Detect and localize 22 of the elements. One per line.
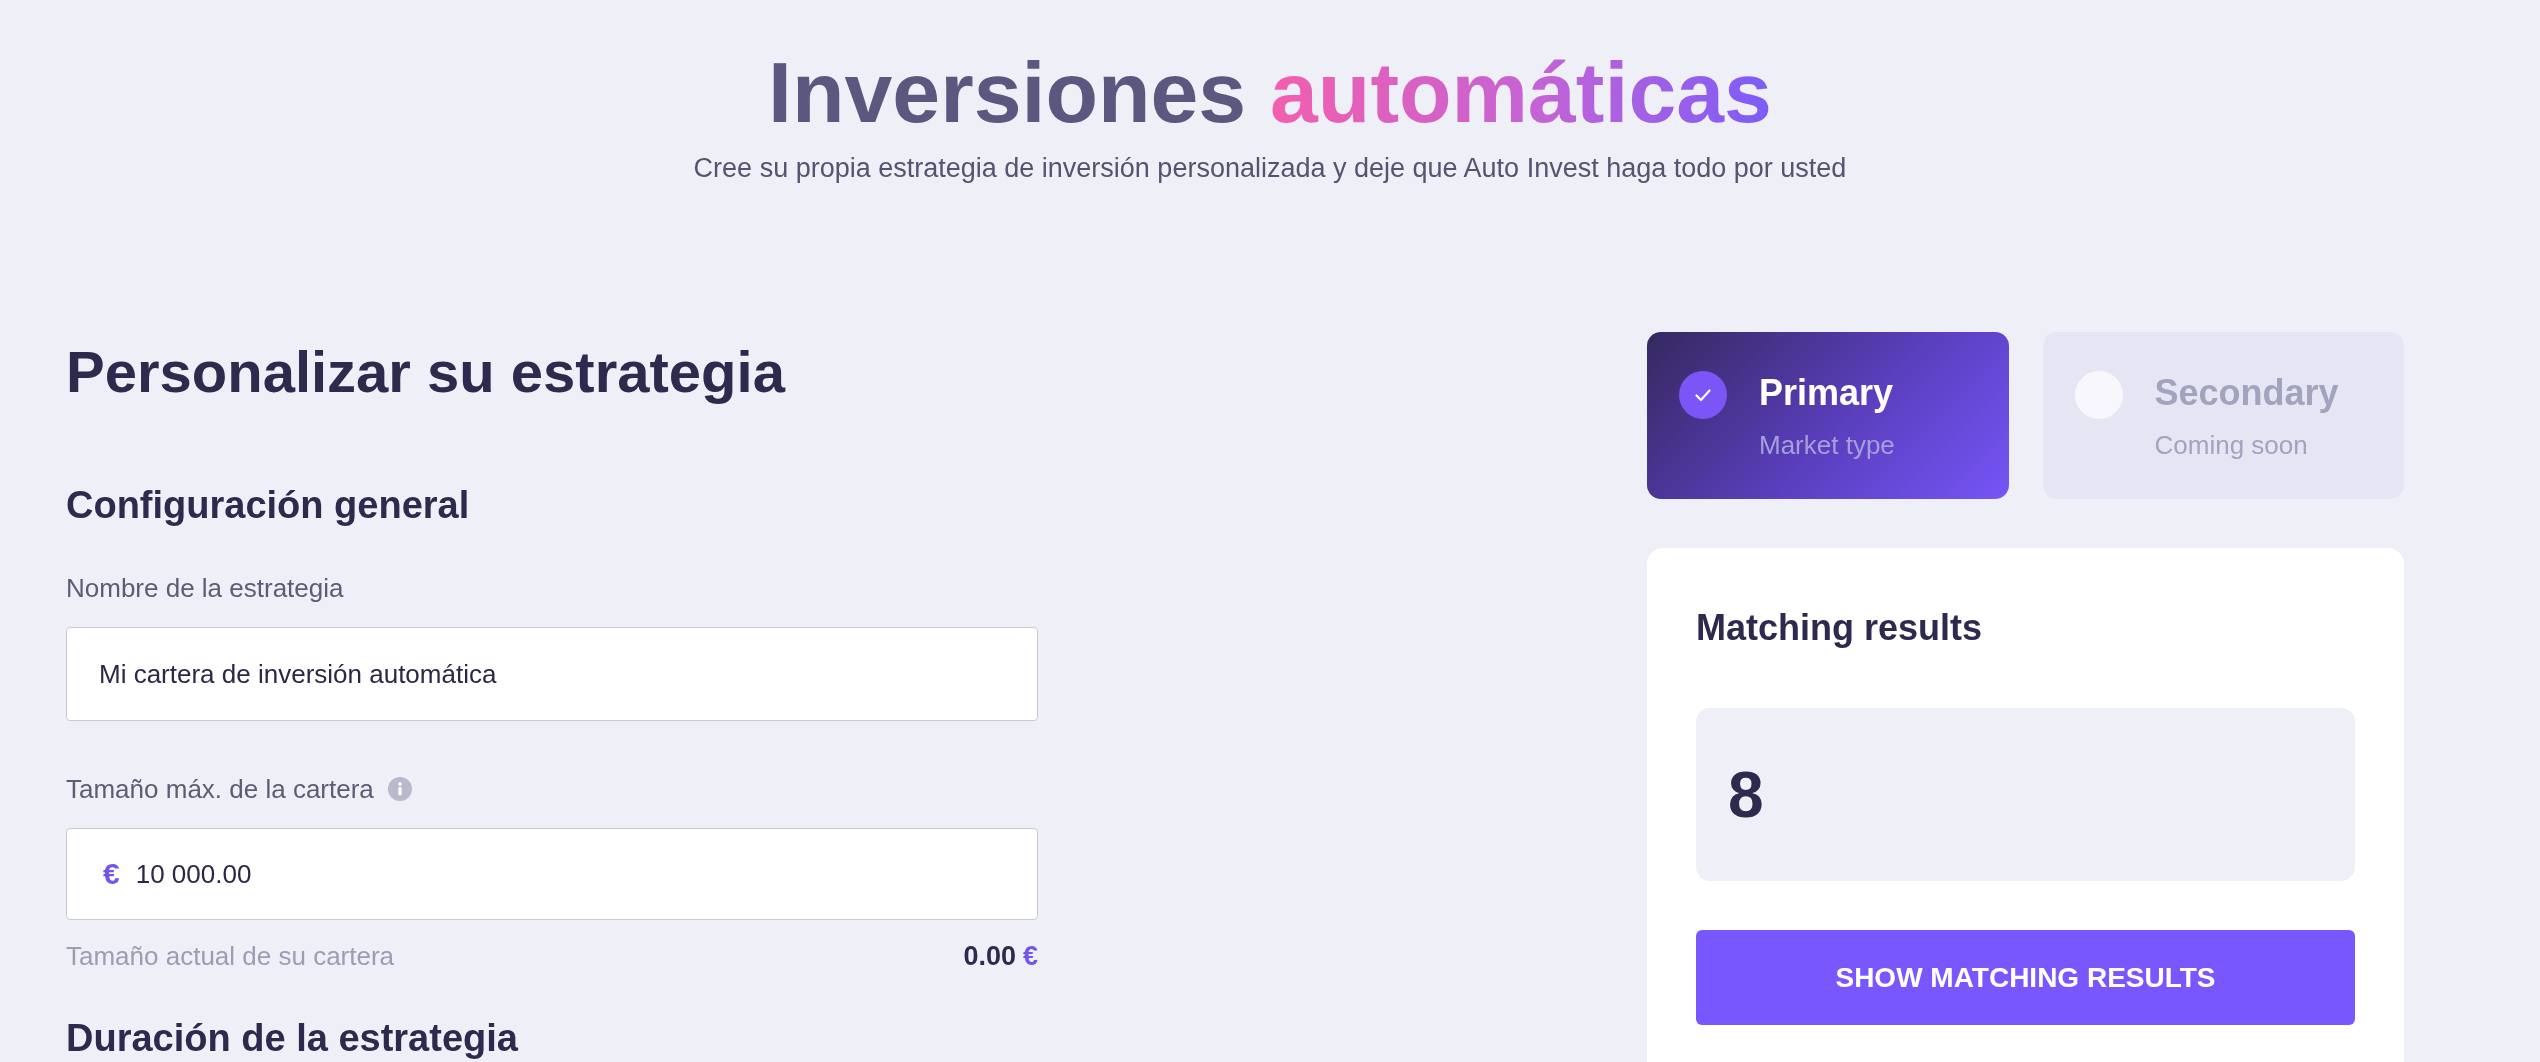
portfolio-size-field[interactable]: € 10 000.00 <box>66 828 1038 920</box>
currency-symbol: € <box>1022 940 1038 973</box>
section-title: Personalizar su estrategia <box>66 338 785 406</box>
page-subtitle: Cree su propia estrategia de inversión personalizada y deje que Auto Invest haga todo por usted <box>693 152 1847 185</box>
current-size-value: 0.00 <box>963 940 1016 973</box>
market-type-subtitle: Market type <box>1759 429 1895 462</box>
info-icon[interactable] <box>387 777 412 801</box>
section-heading: Configuración general <box>66 483 470 528</box>
page-title: Inversiones automáticas <box>768 43 1772 142</box>
panel-title: Matching results <box>1696 606 1983 650</box>
market-type-title: Secondary <box>2154 371 2339 415</box>
show-results-button[interactable]: SHOW MATCHING RESULTS <box>1696 930 2355 1025</box>
field-label: Nombre de la estrategia <box>66 572 344 605</box>
market-type-card[interactable]: Primary Market type <box>1647 332 2009 499</box>
field-label: Tamaño máx. de la cartera <box>66 773 374 806</box>
section-heading: Duración de la estrategia <box>66 1017 518 1059</box>
market-type-subtitle: Coming soon <box>2154 429 2308 462</box>
current-size-label: Tamaño actual de su cartera <box>66 940 395 973</box>
results-count: 8 <box>1728 757 1764 832</box>
currency-symbol: € <box>103 857 120 891</box>
strategy-name-field[interactable]: Mi cartera de inversión automática <box>66 627 1038 721</box>
market-type-title: Primary <box>1759 371 1894 415</box>
